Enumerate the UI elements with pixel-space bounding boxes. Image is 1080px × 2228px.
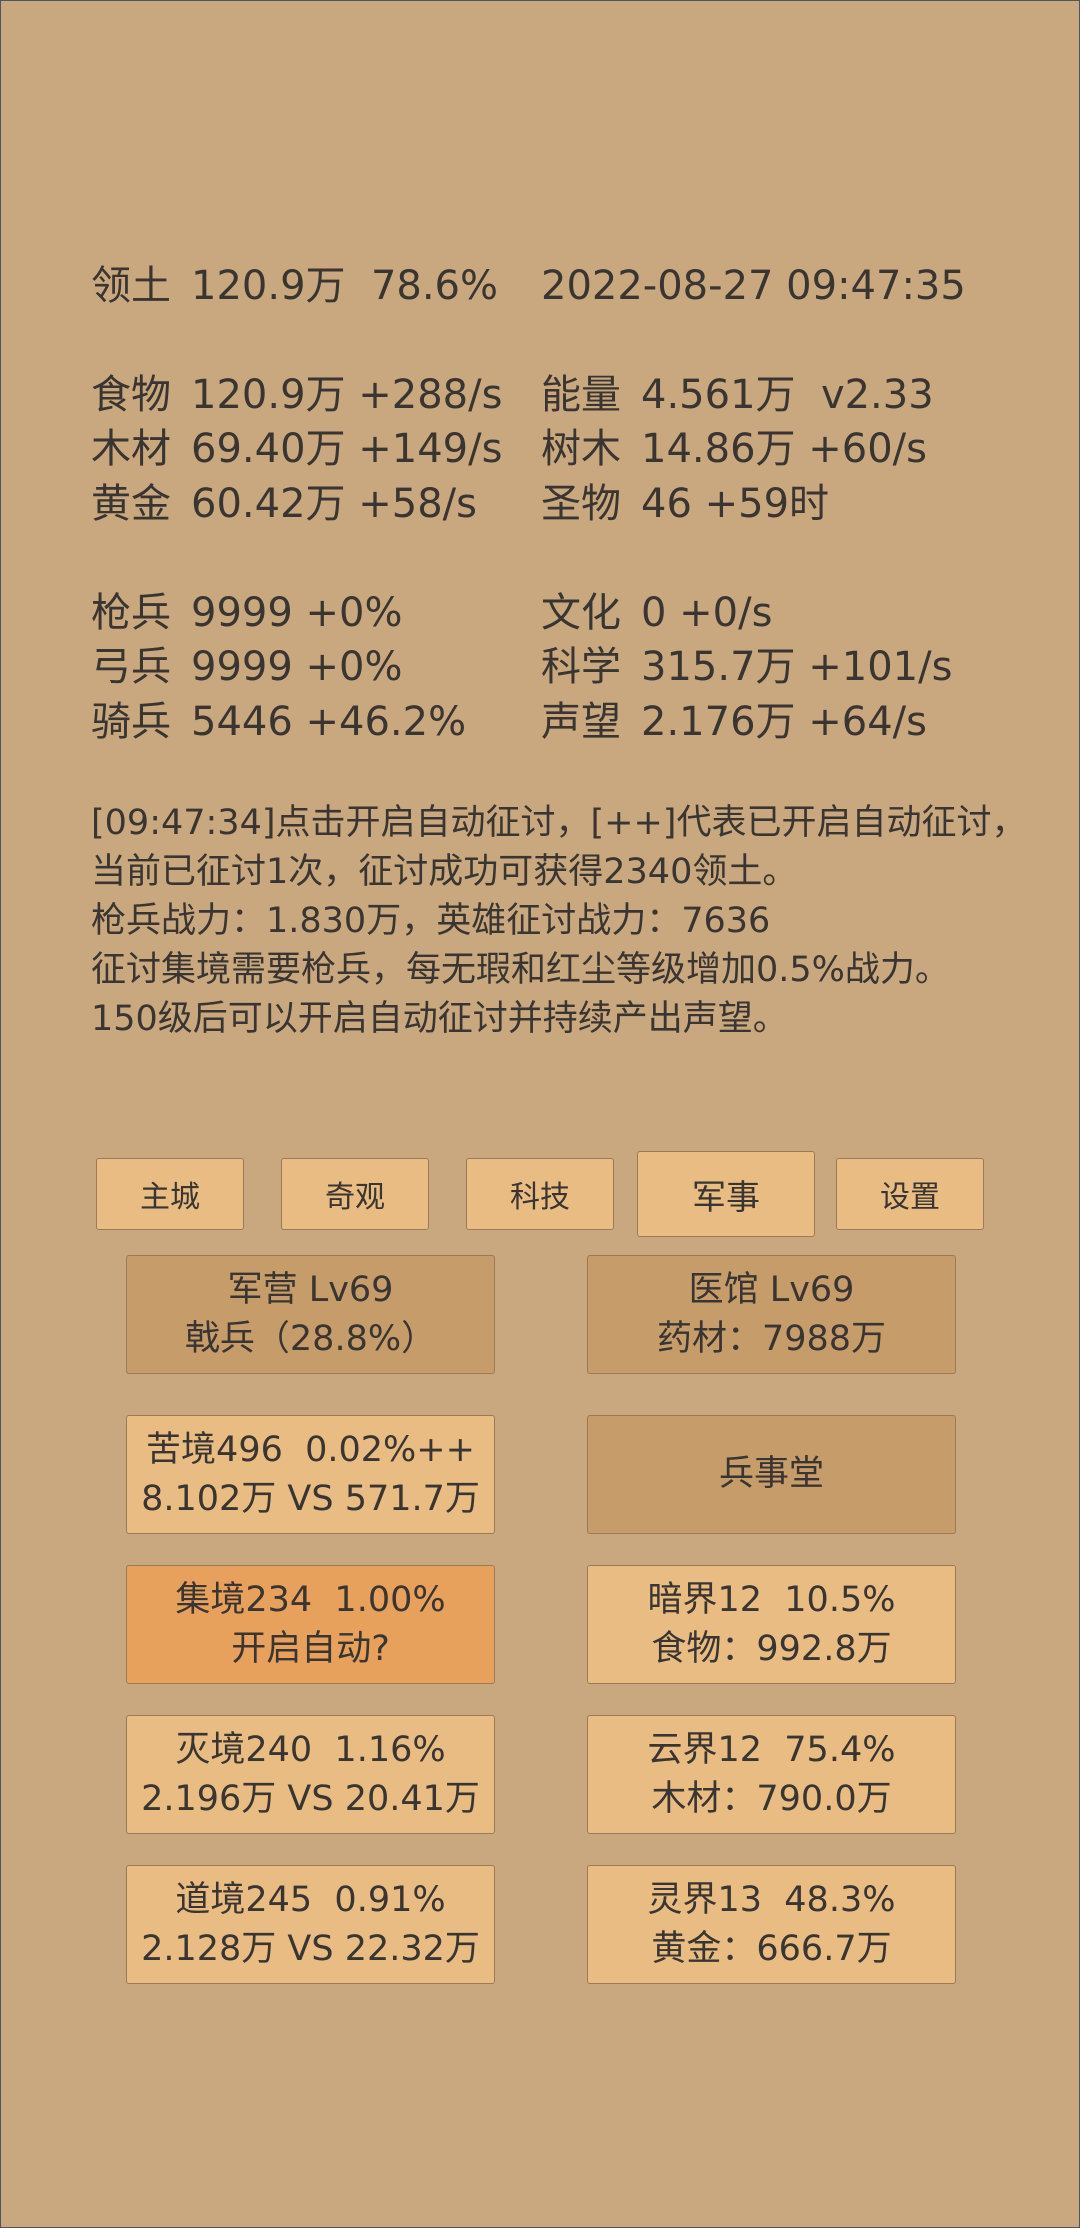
stat-value: 60.42万 +58/s (191, 481, 477, 527)
stat-spearmen: 枪兵 9999 +0% (91, 586, 402, 640)
log-line: [09:47:34]点击开启自动征讨，[++]代表已开启自动征讨， (91, 803, 1027, 843)
stat-value: 315.7万 +101/s (641, 644, 953, 690)
card-title: 军营 Lv69 (227, 1269, 394, 1310)
card-title: 道境245 0.91% (175, 1879, 446, 1920)
stat-value: 9999 +0% (191, 590, 403, 636)
barracks-button[interactable]: 军营 Lv69 戟兵（28.8%） (126, 1255, 495, 1374)
card-detail: 食物：992.8万 (651, 1628, 892, 1669)
stat-label: 食物 (91, 372, 171, 418)
stat-value: 69.40万 +149/s (191, 426, 503, 472)
game-datetime: 2022-08-27 09:47:35 (541, 263, 966, 309)
game-screen: 领土 120.9万 78.6% 2022-08-27 09:47:35 食物 120… (0, 0, 1080, 2228)
stat-value: 46 +59时 (641, 481, 830, 527)
stat-value: 9999 +0% (191, 644, 403, 690)
tab-main-city[interactable]: 主城 (96, 1158, 244, 1230)
stat-label: 文化 (541, 590, 621, 636)
stat-wood: 木材 69.40万 +149/s (91, 422, 502, 476)
yunjie-button[interactable]: 云界12 75.4% 木材：790.0万 (587, 1715, 956, 1834)
stat-archers: 弓兵 9999 +0% (91, 640, 402, 694)
card-title: 兵事堂 (718, 1454, 824, 1494)
stat-value: 120.9万 +288/s (191, 372, 503, 418)
jijing-conquest-button[interactable]: 集境234 1.00% 开启自动? (126, 1565, 495, 1684)
card-detail: 2.128万 VS 22.32万 (141, 1928, 480, 1969)
log-line: 枪兵战力：1.830万，英雄征讨战力：7636 (91, 901, 771, 941)
stat-trees: 树木 14.86万 +60/s (541, 422, 927, 476)
card-title: 苦境496 0.02%++ (146, 1429, 475, 1470)
stat-value: 14.86万 +60/s (641, 426, 927, 472)
log-line: 征讨集境需要枪兵，每无瑕和红尘等级增加0.5%战力。 (91, 950, 950, 990)
log-line: 150级后可以开启自动征讨并持续产出声望。 (91, 999, 788, 1039)
card-title: 灭境240 1.16% (175, 1729, 446, 1770)
log-line: 当前已征讨1次，征讨成功可获得2340领土。 (91, 852, 798, 892)
tab-wonders[interactable]: 奇观 (281, 1158, 429, 1230)
stat-label: 骑兵 (91, 699, 171, 745)
stat-label: 科学 (541, 644, 621, 690)
card-title: 云界12 75.4% (647, 1729, 896, 1770)
stat-value: 120.9万 78.6% (191, 263, 499, 309)
stat-relics: 圣物 46 +59时 (541, 477, 829, 531)
daojing-conquest-button[interactable]: 道境245 0.91% 2.128万 VS 22.32万 (126, 1865, 495, 1984)
card-detail: 木材：790.0万 (651, 1778, 892, 1819)
stat-value: 5446 +46.2% (191, 699, 467, 745)
card-title: 暗界12 10.5% (647, 1579, 896, 1620)
card-detail: 8.102万 VS 571.7万 (141, 1478, 480, 1519)
stat-value: 4.561万 v2.33 (641, 372, 934, 418)
lingjie-button[interactable]: 灵界13 48.3% 黄金：666.7万 (587, 1865, 956, 1984)
stat-cavalry: 骑兵 5446 +46.2% (91, 695, 466, 749)
stat-gold: 黄金 60.42万 +58/s (91, 477, 477, 531)
tab-technology[interactable]: 科技 (466, 1158, 614, 1230)
miejing-conquest-button[interactable]: 灭境240 1.16% 2.196万 VS 20.41万 (126, 1715, 495, 1834)
card-detail: 戟兵（28.8%） (184, 1318, 437, 1359)
card-title: 集境234 1.00% (175, 1579, 446, 1620)
tab-settings[interactable]: 设置 (836, 1158, 984, 1230)
card-detail: 2.196万 VS 20.41万 (141, 1778, 480, 1819)
message-log: [09:47:34]点击开启自动征讨，[++]代表已开启自动征讨， 当前已征讨1… (91, 799, 1041, 1044)
stat-food: 食物 120.9万 +288/s (91, 368, 502, 422)
stat-prestige: 声望 2.176万 +64/s (541, 695, 927, 749)
stat-label: 木材 (91, 426, 171, 472)
card-title: 灵界13 48.3% (647, 1879, 896, 1920)
card-detail: 黄金：666.7万 (651, 1928, 892, 1969)
stat-label: 弓兵 (91, 644, 171, 690)
kujing-conquest-button[interactable]: 苦境496 0.02%++ 8.102万 VS 571.7万 (126, 1415, 495, 1534)
stat-territory: 领土 120.9万 78.6% (91, 259, 498, 313)
stat-label: 圣物 (541, 481, 621, 527)
stat-label: 黄金 (91, 481, 171, 527)
stat-label: 枪兵 (91, 590, 171, 636)
stat-label: 能量 (541, 372, 621, 418)
stat-label: 声望 (541, 699, 621, 745)
stat-culture: 文化 0 +0/s (541, 586, 772, 640)
stat-label: 领土 (91, 263, 171, 309)
tab-military[interactable]: 军事 (637, 1151, 815, 1237)
stat-value: 0 +0/s (641, 590, 773, 636)
stat-energy: 能量 4.561万 v2.33 (541, 368, 934, 422)
stat-science: 科学 315.7万 +101/s (541, 640, 952, 694)
anjie-button[interactable]: 暗界12 10.5% 食物：992.8万 (587, 1565, 956, 1684)
stat-label: 树木 (541, 426, 621, 472)
military-hall-button[interactable]: 兵事堂 (587, 1415, 956, 1534)
hospital-button[interactable]: 医馆 Lv69 药材：7988万 (587, 1255, 956, 1374)
card-detail: 药材：7988万 (656, 1318, 887, 1359)
card-detail: 开启自动? (231, 1628, 390, 1669)
stat-value: 2.176万 +64/s (641, 699, 927, 745)
card-title: 医馆 Lv69 (688, 1269, 855, 1310)
